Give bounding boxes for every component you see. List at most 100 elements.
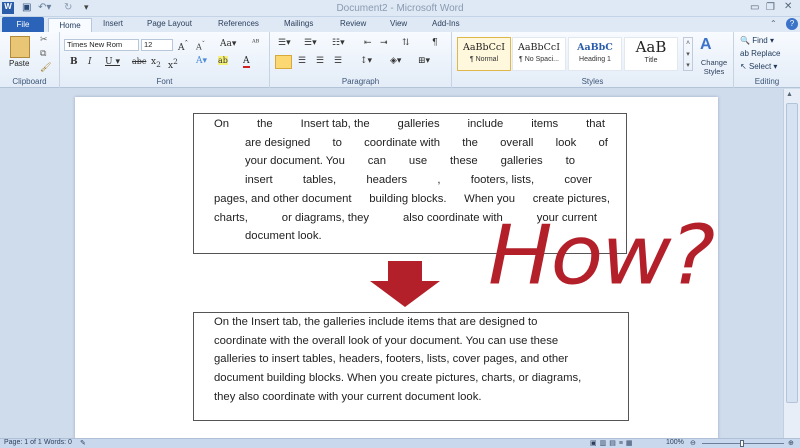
line-spacing-icon[interactable]: ↕▾ bbox=[360, 56, 372, 66]
close-icon[interactable]: ✕ bbox=[784, 1, 792, 12]
text-effects-icon[interactable]: A▾ bbox=[196, 56, 207, 66]
tab-home[interactable]: Home bbox=[48, 18, 92, 33]
paste-button[interactable]: Paste bbox=[9, 59, 29, 68]
tab-add-ins[interactable]: Add-Ins bbox=[432, 19, 460, 28]
decrease-indent-icon[interactable]: ⇤ bbox=[364, 38, 372, 48]
word: pages, and other document bbox=[214, 192, 352, 205]
status-bar: Page: 1 of 1 Words: 0 ✎ ▣▥▤≡▦ 100% ⊖ ⊕ bbox=[0, 438, 800, 448]
style-preview: AaBbC bbox=[577, 42, 613, 53]
numbering-icon[interactable]: ☰▾ bbox=[304, 38, 317, 48]
styles-scroll-button[interactable]: ˄ ▾ ▾ bbox=[683, 37, 693, 71]
window-title: Document2 - Microsoft Word bbox=[336, 3, 464, 14]
align-left-icon[interactable] bbox=[275, 55, 292, 69]
proofing-icon[interactable]: ✎ bbox=[80, 439, 86, 447]
font-label: Font bbox=[156, 77, 173, 86]
text-line: insert tables, headers, footers, lists, cove… bbox=[245, 174, 592, 192]
word: coordinate with bbox=[364, 136, 441, 149]
help-icon[interactable]: ? bbox=[786, 18, 798, 30]
format-painter-icon[interactable]: 🖌 bbox=[40, 62, 51, 73]
copy-icon[interactable]: ⧉ bbox=[40, 48, 46, 59]
clipboard-label: Clipboard bbox=[12, 77, 47, 86]
zoom-in-icon[interactable]: ⊕ bbox=[788, 439, 794, 447]
tab-file[interactable]: File bbox=[2, 17, 44, 32]
word: that bbox=[586, 118, 605, 130]
increase-indent-icon[interactable]: ⇥ bbox=[380, 38, 388, 48]
bullets-icon[interactable]: ☰▾ bbox=[278, 38, 291, 48]
word-count: Words: 0 bbox=[44, 439, 72, 446]
tab-page-layout[interactable]: Page Layout bbox=[147, 19, 192, 28]
word: headers bbox=[366, 174, 408, 187]
show-formatting-icon[interactable]: ¶ bbox=[432, 38, 438, 48]
font-name-select[interactable]: Times New Rom bbox=[64, 39, 139, 51]
style-no-spacing[interactable]: AaBbCcI ¶ No Spaci... bbox=[512, 37, 566, 71]
tab-references[interactable]: References bbox=[218, 19, 259, 28]
superscript-icon[interactable]: x2 bbox=[168, 57, 178, 71]
cut-icon[interactable]: ✂ bbox=[40, 34, 48, 45]
zoom-level[interactable]: 100% bbox=[666, 439, 684, 446]
text-line: On the Insert tab, the galleries include item… bbox=[214, 118, 605, 136]
scroll-thumb[interactable] bbox=[786, 103, 798, 403]
strikethrough-icon[interactable]: abc bbox=[132, 57, 146, 66]
word: footers, lists, bbox=[470, 174, 535, 187]
tab-review[interactable]: Review bbox=[340, 19, 366, 28]
restore-icon[interactable]: ❐ bbox=[766, 2, 775, 13]
sort-icon[interactable]: ⇅ bbox=[402, 38, 410, 48]
scroll-up-icon[interactable]: ▲ bbox=[786, 91, 793, 98]
editing-label: Editing bbox=[754, 77, 780, 86]
style-title[interactable]: AaB Title bbox=[624, 37, 678, 71]
word: charts, bbox=[214, 211, 248, 224]
text-line: they also coordinate with your current d… bbox=[214, 390, 482, 403]
text-box-after[interactable]: On the Insert tab, the galleries include… bbox=[193, 312, 629, 421]
view-buttons[interactable]: ▣▥▤≡▦ bbox=[590, 439, 636, 447]
minimize-icon[interactable]: ▭ bbox=[750, 2, 759, 13]
change-case-icon[interactable]: Aa▾ bbox=[220, 39, 236, 49]
change-styles-icon[interactable]: A bbox=[700, 36, 712, 54]
style-heading-1[interactable]: AaBbC Heading 1 bbox=[568, 37, 622, 71]
style-preview: AaBbCcI bbox=[518, 42, 560, 53]
style-name: ¶ No Spaci... bbox=[519, 56, 559, 63]
ribbon: Paste ✂ ⧉ 🖌 Clipboard Times New Rom 12 A… bbox=[0, 32, 800, 88]
multilevel-list-icon[interactable]: ☷▾ bbox=[332, 38, 345, 48]
style-normal[interactable]: AaBbCcI ¶ Normal bbox=[457, 37, 511, 71]
word: tables, bbox=[302, 174, 337, 187]
shrink-font-icon[interactable]: Aˇ bbox=[196, 40, 205, 52]
word: or diagrams, they bbox=[281, 211, 370, 224]
word: items bbox=[531, 118, 559, 130]
italic-icon[interactable]: I bbox=[88, 57, 92, 67]
find-label: Find bbox=[752, 36, 768, 45]
vertical-scrollbar[interactable]: ▲ bbox=[783, 89, 800, 438]
align-right-icon[interactable]: ☰ bbox=[316, 56, 324, 66]
tab-mailings[interactable]: Mailings bbox=[284, 19, 313, 28]
select-button[interactable]: ↖ Select ▾ bbox=[740, 62, 777, 71]
replace-button[interactable]: ab Replace bbox=[740, 49, 780, 58]
minimize-ribbon-icon[interactable]: ⌃ bbox=[770, 19, 777, 28]
find-button[interactable]: 🔍 Find ▾ bbox=[740, 36, 774, 45]
zoom-out-icon[interactable]: ⊖ bbox=[690, 439, 696, 447]
justify-icon[interactable]: ☰ bbox=[334, 56, 342, 66]
clipboard-group: Paste ✂ ⧉ 🖌 Clipboard bbox=[0, 32, 60, 88]
paste-icon[interactable] bbox=[10, 36, 30, 58]
font-size-select[interactable]: 12 bbox=[141, 39, 173, 51]
font-group: Times New Rom 12 Aˆ Aˇ Aa▾ ᴬᴮ B I U ▾ ab… bbox=[60, 32, 270, 88]
tab-view[interactable]: View bbox=[390, 19, 407, 28]
underline-icon[interactable]: U ▾ bbox=[105, 57, 120, 67]
subscript-icon[interactable]: x2 bbox=[151, 57, 161, 69]
zoom-slider-thumb[interactable] bbox=[740, 440, 744, 447]
text-line: are designed to coordinate with the overall l… bbox=[245, 137, 608, 155]
bold-icon[interactable]: B bbox=[70, 57, 78, 67]
align-center-icon[interactable]: ☰ bbox=[298, 56, 306, 66]
styles-label: Styles bbox=[581, 77, 604, 86]
styles-group: AaBbCcI ¶ Normal AaBbCcI ¶ No Spaci... AaB… bbox=[452, 32, 734, 88]
text-line: your document. You can use these galleries to bbox=[245, 155, 575, 173]
style-name: ¶ Normal bbox=[469, 56, 499, 63]
highlight-icon[interactable]: ab bbox=[218, 56, 228, 65]
borders-icon[interactable]: ⊞▾ bbox=[418, 56, 430, 66]
grow-font-icon[interactable]: Aˆ bbox=[178, 39, 188, 53]
clear-formatting-icon[interactable]: ᴬᴮ bbox=[252, 38, 259, 47]
change-styles-button[interactable]: Change Styles bbox=[696, 58, 732, 76]
word: to bbox=[565, 155, 575, 168]
tab-insert[interactable]: Insert bbox=[103, 19, 123, 28]
font-color-icon[interactable]: A bbox=[243, 56, 250, 68]
shading-icon[interactable]: ◈▾ bbox=[390, 56, 401, 66]
word: to bbox=[332, 136, 342, 149]
